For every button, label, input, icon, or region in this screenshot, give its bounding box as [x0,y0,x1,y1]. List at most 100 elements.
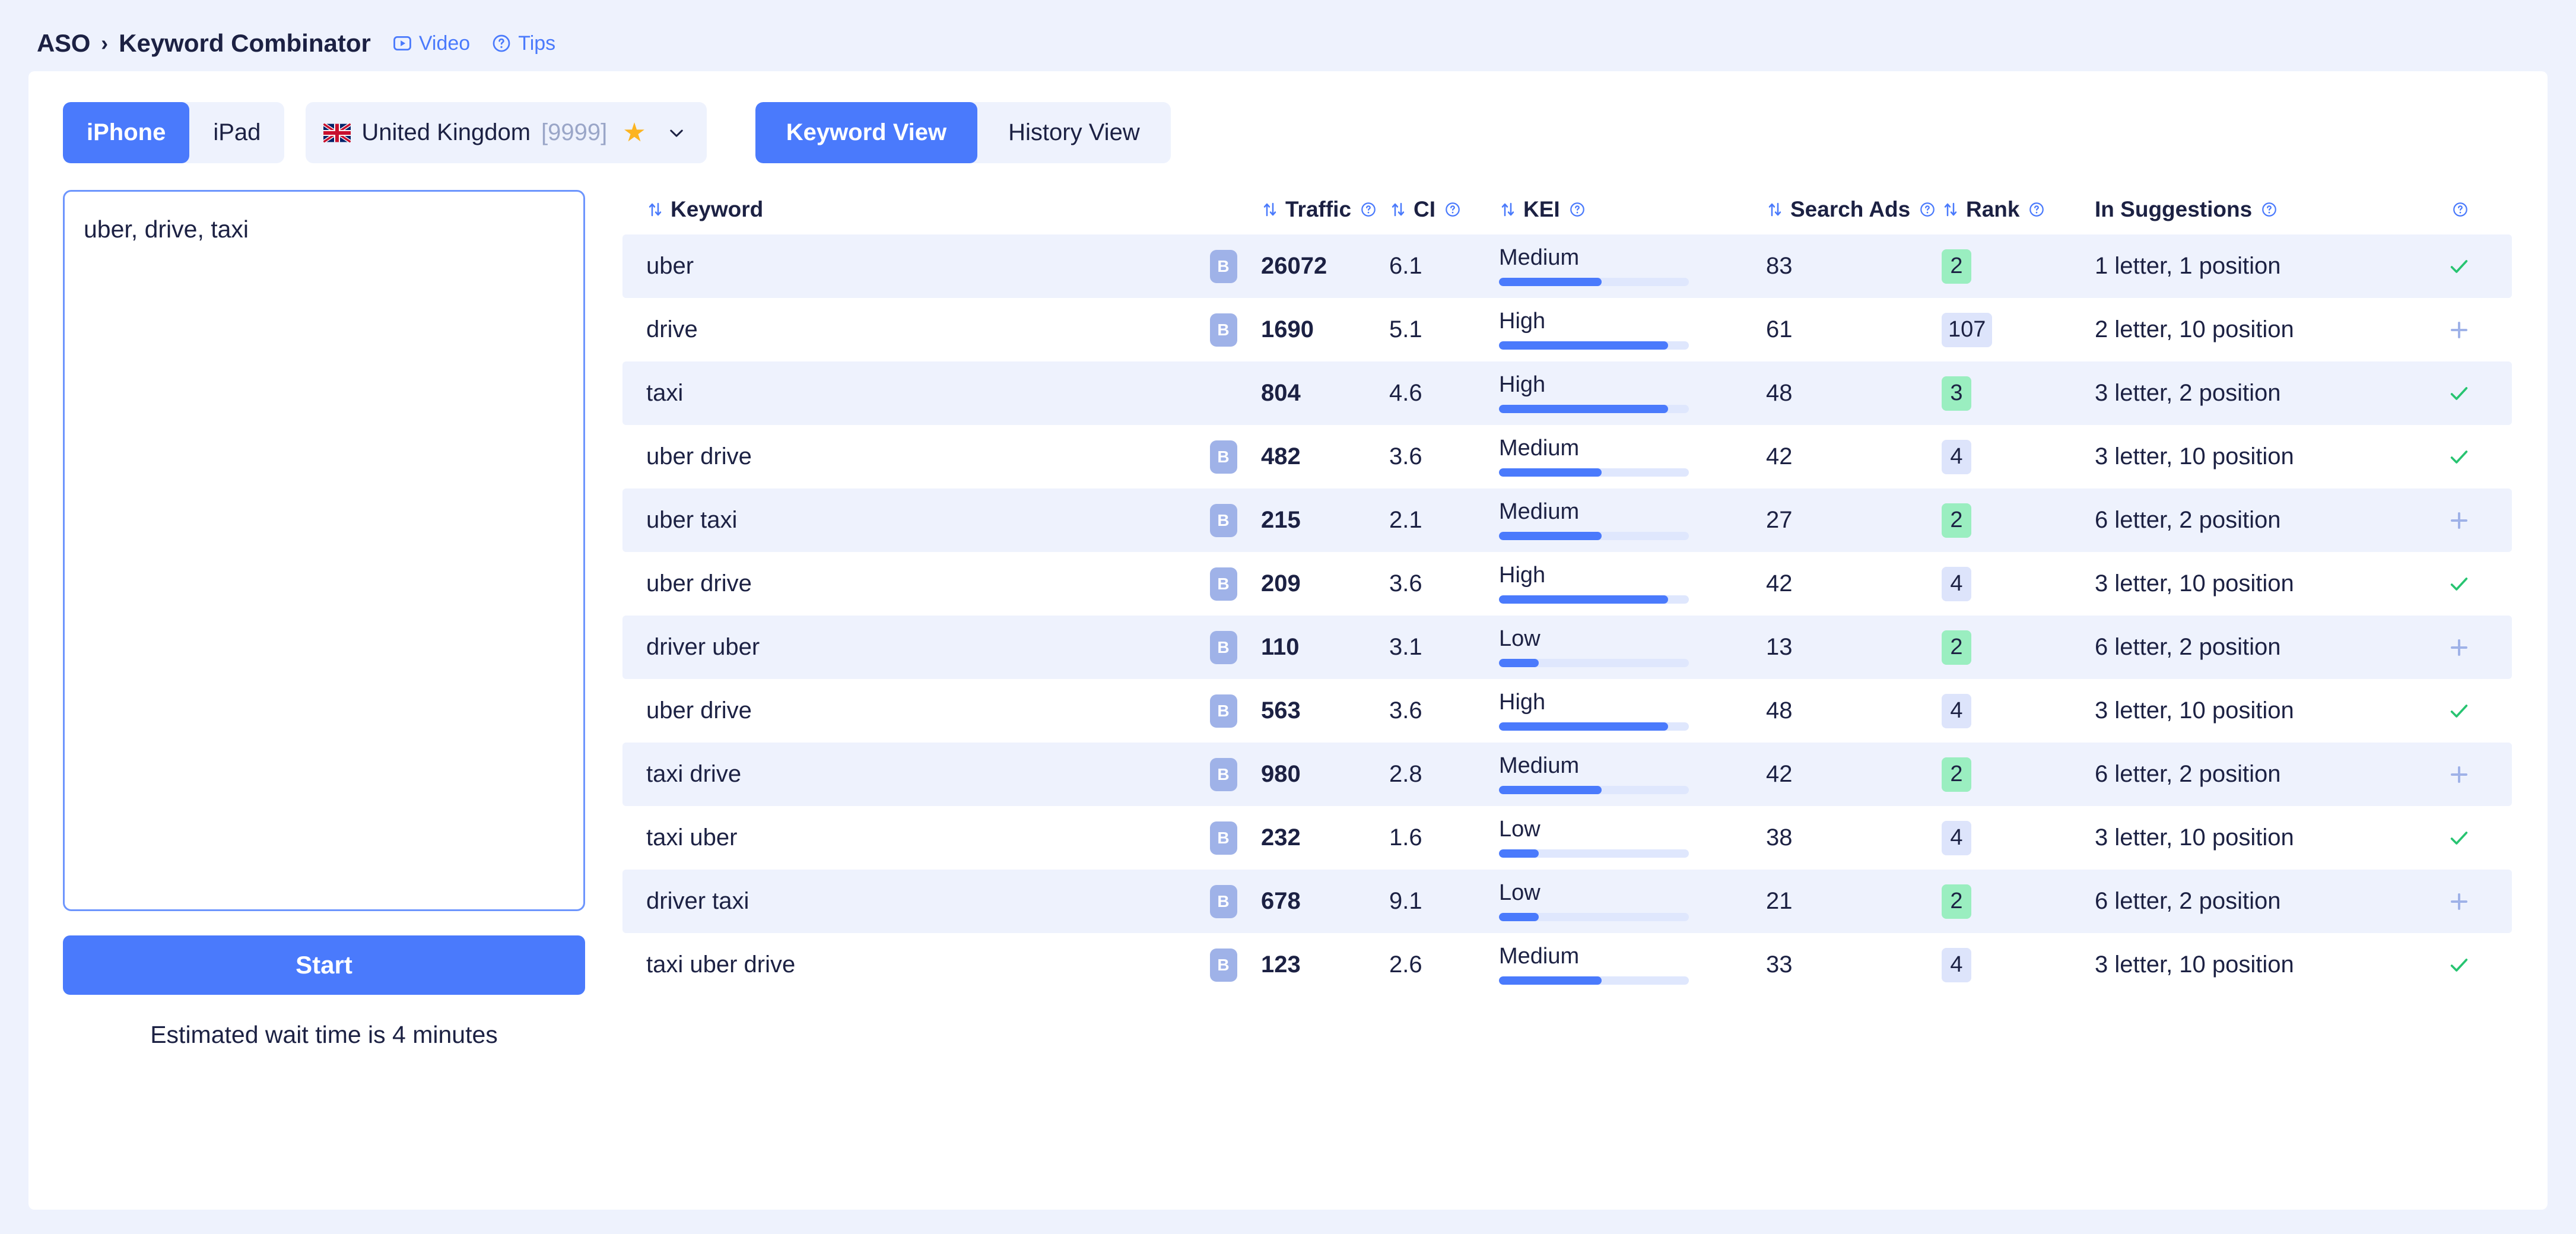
start-button[interactable]: Start [63,935,585,995]
cell-action[interactable] [2412,763,2507,786]
check-icon[interactable] [2447,382,2471,405]
cell-action[interactable] [2412,699,2507,723]
ci-value: 3.6 [1389,443,1422,470]
table-row[interactable]: drive B 1690 5.1 High 61 107 2 letter, 10 posit… [622,298,2512,361]
device-option-iphone[interactable]: iPhone [63,102,190,163]
cell-action[interactable] [2412,572,2507,596]
table-row[interactable]: uber taxi B 215 2.1 Medium 27 2 6 letter, 2 pos… [622,488,2512,552]
cell-in-suggestions: 3 letter, 2 position [2073,380,2412,407]
cell-search-ads: 48 [1753,697,1931,724]
check-icon[interactable] [2447,445,2471,469]
device-segmented-control: iPhone iPad [63,102,285,163]
table-row[interactable]: uber B 26072 6.1 Medium 83 2 1 letter, 1 positi… [622,234,2512,298]
column-header-kei[interactable]: KEI [1492,197,1753,222]
cell-action[interactable] [2412,953,2507,977]
help-icon[interactable] [1444,201,1461,218]
video-link[interactable]: Video [392,32,470,55]
cell-action[interactable] [2412,255,2507,278]
in-suggestions-value: 3 letter, 10 position [2095,697,2294,724]
cell-in-suggestions: 1 letter, 1 position [2073,253,2412,280]
cell-kei: Medium [1492,754,1753,794]
kei-progress-fill [1499,404,1668,413]
plus-icon[interactable] [2447,509,2471,532]
country-selector[interactable]: United Kingdom [9999] ★ [306,102,707,163]
cell-keyword: drive [622,316,1195,343]
kei-label: Medium [1499,245,1580,271]
keywords-input[interactable] [63,190,585,911]
table-row[interactable]: taxi 804 4.6 High 48 3 3 letter, 2 position [622,361,2512,425]
check-icon[interactable] [2447,826,2471,850]
sort-icon [1261,201,1279,218]
broad-match-badge: B [1209,757,1237,791]
kei-progress-fill [1499,658,1539,667]
cell-action[interactable] [2412,382,2507,405]
column-header-keyword-label: Keyword [671,197,764,221]
cell-badge: B [1195,948,1252,982]
check-icon[interactable] [2447,255,2471,278]
tips-link[interactable]: Tips [491,32,555,55]
table-row[interactable]: driver taxi B 678 9.1 Low 21 2 6 letter, 2 posi… [622,870,2512,933]
broad-match-badge: B [1209,503,1237,537]
column-header-action[interactable] [2412,201,2507,218]
cell-action[interactable] [2412,509,2507,532]
table-row[interactable]: uber drive B 563 3.6 High 48 4 3 letter, 10 pos… [622,679,2512,743]
plus-icon[interactable] [2447,318,2471,342]
sort-icon [1499,201,1517,218]
check-icon[interactable] [2447,699,2471,723]
column-header-traffic[interactable]: Traffic [1252,197,1382,222]
breadcrumb-root[interactable]: ASO [37,29,90,58]
cell-action[interactable] [2412,826,2507,850]
chevron-down-icon[interactable] [666,123,687,143]
cell-traffic: 804 [1252,380,1382,407]
help-icon[interactable] [1360,201,1377,218]
cell-kei: Low [1492,627,1753,667]
column-header-rank[interactable]: Rank [1931,197,2073,222]
cell-action[interactable] [2412,636,2507,659]
cell-traffic: 563 [1252,697,1382,724]
kei-label: Medium [1499,753,1580,779]
table-row[interactable]: uber drive B 482 3.6 Medium 42 4 3 letter, 10 p… [622,425,2512,488]
keywords-table: Keyword Traffic CI KEI Search Ads Rank I… [622,185,2548,1049]
in-suggestions-value: 6 letter, 2 position [2095,634,2281,660]
kei-progress-fill [1499,595,1668,604]
kei-progress-fill [1499,468,1602,477]
cell-in-suggestions: 6 letter, 2 position [2073,761,2412,788]
column-header-search-ads[interactable]: Search Ads [1753,197,1935,222]
rank-badge: 4 [1942,947,1971,982]
plus-icon[interactable] [2447,636,2471,659]
cell-action[interactable] [2412,445,2507,469]
help-icon[interactable] [2261,201,2278,218]
check-icon[interactable] [2447,572,2471,596]
ci-value: 3.6 [1389,570,1422,597]
kei-progress-fill [1499,722,1668,731]
breadcrumb-separator: › [101,31,109,55]
column-header-ci[interactable]: CI [1382,197,1492,222]
keyword-text: uber [646,253,694,279]
help-icon[interactable] [2452,201,2469,218]
column-header-keyword[interactable]: Keyword [622,197,1195,222]
cell-action[interactable] [2412,890,2507,913]
search-ads-value: 48 [1766,380,1793,406]
help-icon[interactable] [2028,201,2045,218]
search-ads-value: 33 [1766,951,1793,978]
table-row[interactable]: taxi uber B 232 1.6 Low 38 4 3 letter, 10 posit… [622,806,2512,870]
cell-search-ads: 48 [1753,380,1931,407]
cell-action[interactable] [2412,318,2507,342]
table-row[interactable]: uber drive B 209 3.6 High 42 4 3 letter, 10 pos… [622,552,2512,616]
device-option-ipad[interactable]: iPad [189,102,284,163]
help-icon[interactable] [1569,201,1586,218]
table-row[interactable]: driver uber B 110 3.1 Low 13 2 6 letter, 2 posi… [622,616,2512,679]
tab-history-view[interactable]: History View [977,102,1171,163]
plus-icon[interactable] [2447,890,2471,913]
table-row[interactable]: taxi drive B 980 2.8 Medium 42 2 6 letter, 2 po… [622,743,2512,806]
kei-progress-track [1499,468,1689,477]
ci-value: 2.6 [1389,951,1422,978]
check-icon[interactable] [2447,953,2471,977]
ci-value: 2.8 [1389,761,1422,787]
cell-ci: 6.1 [1382,253,1492,280]
keyword-text: taxi uber [646,824,738,851]
tab-keyword-view[interactable]: Keyword View [755,102,978,163]
table-row[interactable]: taxi uber drive B 123 2.6 Medium 33 4 3 letter,… [622,933,2512,997]
plus-icon[interactable] [2447,763,2471,786]
star-icon[interactable]: ★ [622,119,646,146]
